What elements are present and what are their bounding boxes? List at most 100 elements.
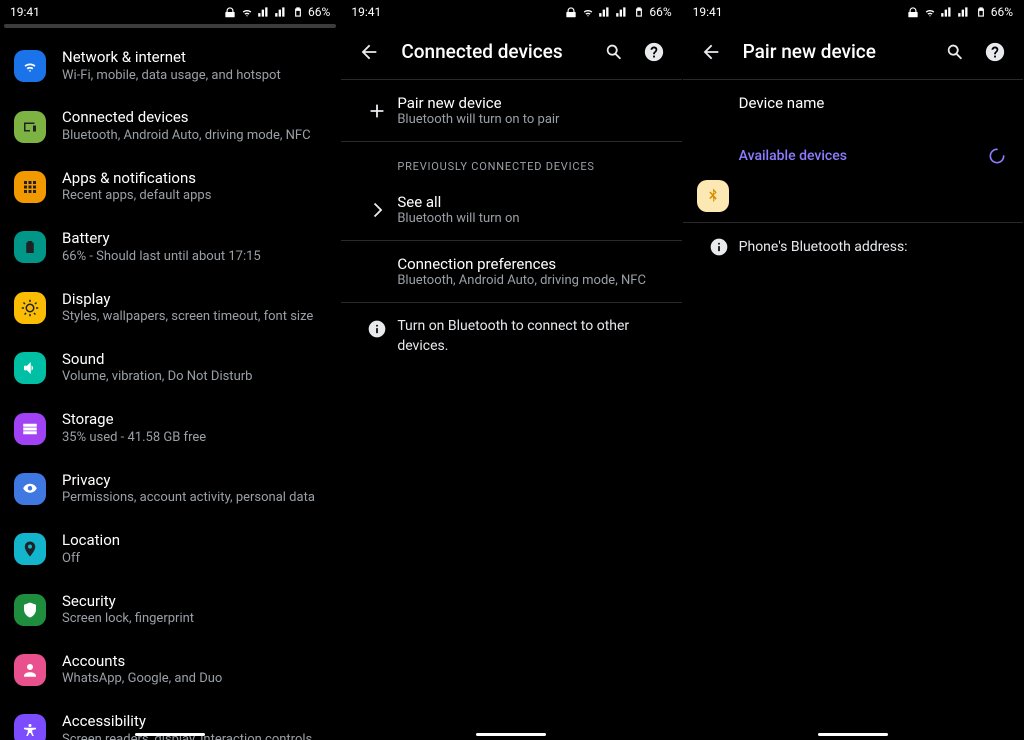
battery-status-icon	[291, 5, 305, 19]
status-bar: 19:41 66%	[341, 0, 681, 24]
battery-status-icon	[632, 5, 646, 19]
signal-icon	[598, 5, 612, 19]
settings-item-privacy[interactable]: Privacy Permissions, account activity, p…	[0, 459, 340, 519]
settings-item-network-internet[interactable]: Network & internet Wi-Fi, mobile, data u…	[0, 36, 340, 96]
see-all-item[interactable]: See all Bluetooth will turn on	[341, 179, 681, 241]
settings-item-location[interactable]: Location Off	[0, 519, 340, 579]
setting-title: Privacy	[62, 471, 326, 491]
setting-icon	[14, 231, 46, 263]
setting-icon	[14, 654, 46, 686]
connection-preferences-item[interactable]: Connection preferences Bluetooth, Androi…	[341, 241, 681, 303]
setting-icon	[14, 473, 46, 505]
settings-panel: 19:41 66% Network & internet Wi-Fi, mobi…	[0, 0, 341, 740]
vpn-icon	[223, 5, 237, 19]
settings-item-sound[interactable]: Sound Volume, vibration, Do Not Disturb	[0, 338, 340, 398]
conn-prefs-title: Connection preferences	[397, 255, 665, 273]
setting-title: Location	[62, 531, 326, 551]
setting-subtitle: Screen lock, fingerprint	[62, 611, 326, 628]
settings-item-accounts[interactable]: Accounts WhatsApp, Google, and Duo	[0, 640, 340, 700]
bluetooth-icon	[704, 187, 722, 205]
wifi-status-icon	[923, 5, 937, 19]
battery-status-icon	[974, 5, 988, 19]
setting-subtitle: Volume, vibration, Do Not Disturb	[62, 369, 326, 386]
bt-address-text: Phone's Bluetooth address:	[739, 239, 908, 255]
setting-icon	[14, 50, 46, 82]
connected-devices-panel: 19:41 66% Connected devices Pair new dev…	[341, 0, 682, 740]
setting-title: Storage	[62, 410, 326, 430]
status-bar: 19:41 66%	[0, 0, 340, 24]
available-devices-label: Available devices	[739, 148, 987, 164]
back-button[interactable]	[349, 32, 389, 72]
setting-icon	[14, 111, 46, 143]
setting-title: Accessibility	[62, 712, 326, 732]
app-bar: Connected devices	[341, 24, 681, 80]
signal-icon-2	[957, 5, 971, 19]
bluetooth-info-row: Turn on Bluetooth to connect to other de…	[341, 303, 681, 370]
setting-icon	[14, 292, 46, 324]
setting-title: Security	[62, 592, 326, 612]
battery-percent: 66%	[991, 5, 1013, 19]
setting-icon	[14, 533, 46, 565]
setting-icon	[14, 352, 46, 384]
setting-subtitle: WhatsApp, Google, and Duo	[62, 671, 326, 688]
bt-address-row: Phone's Bluetooth address:	[683, 223, 1023, 271]
wifi-status-icon	[240, 5, 254, 19]
pair-title: Pair new device	[397, 94, 665, 112]
scroll-indicator	[4, 24, 336, 28]
setting-icon	[14, 171, 46, 203]
pair-new-device-item[interactable]: Pair new device Bluetooth will turn on t…	[341, 80, 681, 142]
bluetooth-info-text: Turn on Bluetooth to connect to other de…	[397, 317, 665, 356]
gesture-nav-hint	[135, 733, 205, 736]
setting-title: Accounts	[62, 652, 326, 672]
setting-title: Display	[62, 290, 326, 310]
settings-item-storage[interactable]: Storage 35% used - 41.58 GB free	[0, 398, 340, 458]
help-button[interactable]	[975, 32, 1015, 72]
device-name-item[interactable]: Device name	[683, 80, 1023, 126]
pair-new-device-panel: 19:41 66% Pair new device Device name Av…	[683, 0, 1024, 740]
gesture-nav-hint	[476, 733, 546, 736]
signal-icon-2	[274, 5, 288, 19]
refresh-spinner-icon[interactable]	[987, 146, 1007, 166]
see-all-subtitle: Bluetooth will turn on	[397, 211, 665, 226]
status-time: 19:41	[351, 5, 381, 19]
back-button[interactable]	[691, 32, 731, 72]
chevron-right-icon	[357, 199, 397, 221]
plus-icon	[357, 100, 397, 122]
settings-item-battery[interactable]: Battery 66% - Should last until about 17…	[0, 217, 340, 277]
setting-subtitle: Styles, wallpapers, screen timeout, font…	[62, 309, 326, 326]
pair-subtitle: Bluetooth will turn on to pair	[397, 112, 665, 127]
battery-percent: 66%	[649, 5, 671, 19]
help-button[interactable]	[634, 32, 674, 72]
setting-title: Battery	[62, 229, 326, 249]
setting-subtitle: Off	[62, 551, 326, 568]
gesture-nav-hint	[818, 733, 888, 736]
settings-item-security[interactable]: Security Screen lock, fingerprint	[0, 580, 340, 640]
setting-icon	[14, 594, 46, 626]
previously-connected-header: Previously connected devices	[341, 142, 681, 179]
page-title: Connected devices	[389, 40, 593, 63]
setting-subtitle: Wi-Fi, mobile, data usage, and hotspot	[62, 68, 326, 85]
setting-subtitle: Recent apps, default apps	[62, 188, 326, 205]
wifi-status-icon	[581, 5, 595, 19]
status-time: 19:41	[10, 5, 40, 19]
settings-list: Network & internet Wi-Fi, mobile, data u…	[0, 30, 340, 740]
status-bar: 19:41 66%	[683, 0, 1023, 24]
app-bar: Pair new device	[683, 24, 1023, 80]
status-time: 19:41	[693, 5, 723, 19]
settings-item-display[interactable]: Display Styles, wallpapers, screen timeo…	[0, 278, 340, 338]
bluetooth-tile[interactable]	[697, 180, 729, 212]
conn-prefs-subtitle: Bluetooth, Android Auto, driving mode, N…	[397, 273, 665, 288]
setting-title: Connected devices	[62, 108, 326, 128]
search-button[interactable]	[594, 32, 634, 72]
setting-title: Network & internet	[62, 48, 326, 68]
settings-item-apps-notifications[interactable]: Apps & notifications Recent apps, defaul…	[0, 157, 340, 217]
available-devices-header: Available devices	[683, 126, 1023, 176]
setting-icon	[14, 413, 46, 445]
settings-item-connected-devices[interactable]: Connected devices Bluetooth, Android Aut…	[0, 96, 340, 156]
see-all-title: See all	[397, 193, 665, 211]
info-icon	[357, 317, 397, 339]
setting-title: Apps & notifications	[62, 169, 326, 189]
status-icons: 66%	[906, 5, 1013, 19]
setting-subtitle: Permissions, account activity, personal …	[62, 490, 326, 507]
search-button[interactable]	[935, 32, 975, 72]
